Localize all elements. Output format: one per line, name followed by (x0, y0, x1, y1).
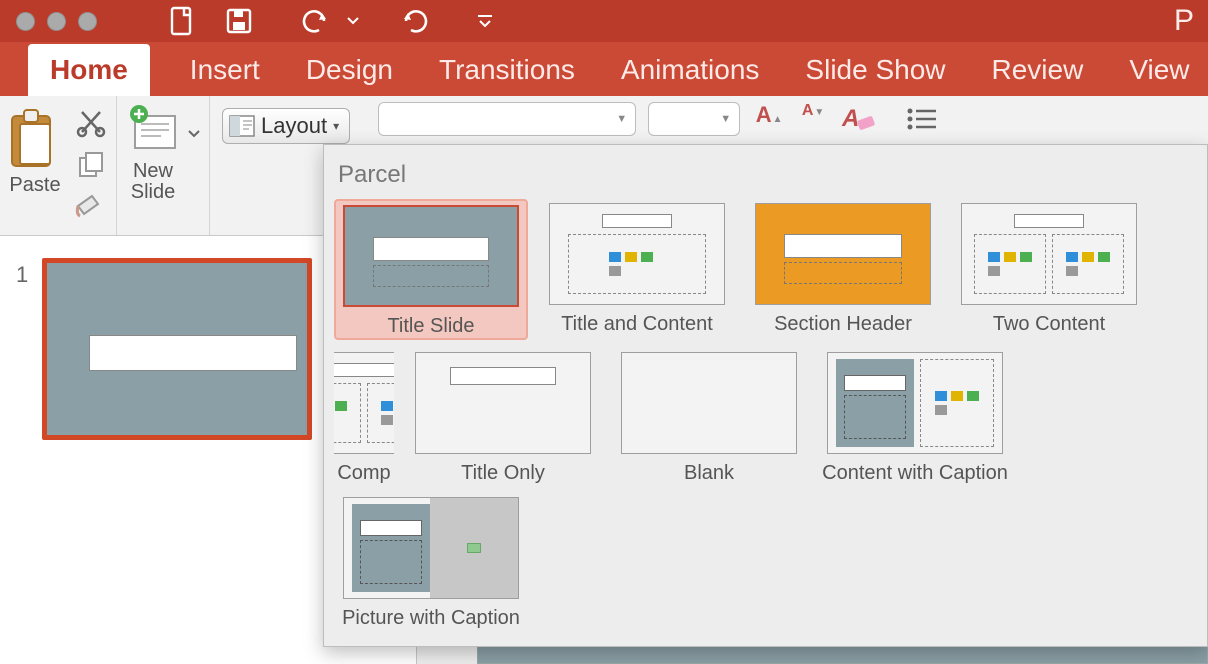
picture-placeholder-icon (467, 543, 481, 553)
slide-number: 1 (16, 258, 28, 288)
cut-icon[interactable] (76, 108, 106, 138)
chevron-down-icon: ▼ (616, 113, 627, 125)
layout-option-title-slide[interactable]: Title Slide (334, 199, 528, 340)
new-slide-button[interactable]: New Slide (125, 102, 181, 204)
layout-label: Picture with Caption (342, 607, 520, 630)
save-icon[interactable] (225, 7, 253, 35)
layout-option-section-header[interactable]: Section Header (746, 199, 940, 340)
layout-button[interactable]: Layout ▾ (222, 108, 350, 144)
layout-preview-icon (549, 203, 725, 305)
copy-icon[interactable] (76, 150, 106, 180)
layout-preview-icon (621, 352, 797, 454)
layout-preview-icon (343, 497, 519, 599)
quick-access-toolbar (169, 6, 493, 36)
chevron-down-icon: ▼ (720, 113, 731, 125)
window-minimize-icon[interactable] (47, 12, 66, 31)
layout-option-picture-with-caption[interactable]: Picture with Caption (334, 493, 528, 630)
tab-view[interactable]: View (1123, 44, 1195, 96)
layout-icon (229, 115, 255, 137)
window-controls (16, 12, 97, 31)
tab-design[interactable]: Design (300, 44, 399, 96)
layout-preview-icon (755, 203, 931, 305)
slide-thumbnail[interactable] (47, 263, 307, 435)
tab-slide-show[interactable]: Slide Show (799, 44, 951, 96)
layout-label: Section Header (774, 313, 912, 336)
new-slide-label-top: New (133, 160, 173, 183)
layout-label: Comp (337, 462, 390, 485)
tab-review[interactable]: Review (986, 44, 1090, 96)
new-slide-label-bottom: Slide (131, 181, 175, 204)
layout-label: Title Only (461, 462, 545, 485)
app-title-initial: P (511, 4, 1198, 38)
new-slide-icon (125, 102, 181, 158)
bullets-button[interactable] (902, 102, 942, 139)
chevron-down-icon: ▾ (333, 119, 339, 133)
slide-selection-outline (42, 258, 312, 440)
tab-insert[interactable]: Insert (184, 44, 266, 96)
increase-font-button[interactable]: A▲ (750, 102, 788, 136)
undo-dropdown-icon[interactable] (347, 17, 359, 25)
decrease-font-button[interactable]: A▼ (794, 102, 832, 136)
layout-label: Title and Content (561, 313, 713, 336)
font-family-combo[interactable]: ▼ (378, 102, 636, 136)
tab-transitions[interactable]: Transitions (433, 44, 581, 96)
new-slide-dropdown-icon[interactable] (187, 102, 201, 142)
layout-preview-icon (343, 205, 519, 307)
format-painter-icon[interactable] (74, 192, 108, 220)
slide-title-placeholder-icon (89, 335, 297, 371)
clipboard-icon (8, 106, 62, 170)
layout-option-title-and-content[interactable]: Title and Content (540, 199, 734, 340)
layout-preview-icon (827, 352, 1003, 454)
window-close-icon[interactable] (16, 12, 35, 31)
clear-formatting-button[interactable]: A (838, 102, 878, 139)
layout-label: Title Slide (387, 315, 474, 338)
layout-preview-icon (415, 352, 591, 454)
layout-label: Layout (261, 113, 327, 139)
layout-option-blank[interactable]: Blank (612, 348, 806, 485)
layout-preview-icon (961, 203, 1137, 305)
layout-label: Content with Caption (822, 462, 1008, 485)
layout-option-content-with-caption[interactable]: Content with Caption (818, 348, 1012, 485)
ribbon-tabs: Home Insert Design Transitions Animation… (0, 42, 1208, 96)
layout-preview-icon (334, 352, 394, 454)
font-size-combo[interactable]: ▼ (648, 102, 740, 136)
file-icon[interactable] (169, 6, 197, 36)
paste-label: Paste (9, 174, 60, 197)
undo-icon[interactable] (299, 8, 333, 34)
window-zoom-icon[interactable] (78, 12, 97, 31)
tab-animations[interactable]: Animations (615, 44, 766, 96)
layout-label: Two Content (993, 313, 1105, 336)
layout-gallery-grid: Title Slide Title and Content Section He… (324, 199, 1207, 630)
qat-customize-icon[interactable] (477, 13, 493, 29)
tab-home[interactable]: Home (28, 44, 150, 96)
layout-option-comparison[interactable]: Comp (334, 348, 394, 485)
svg-text:A: A (841, 105, 859, 132)
title-bar: P (0, 0, 1208, 42)
paste-button[interactable]: Paste (8, 102, 62, 197)
redo-icon[interactable] (401, 8, 431, 34)
layout-label: Blank (684, 462, 734, 485)
layout-option-title-only[interactable]: Title Only (406, 348, 600, 485)
clipboard-side (70, 102, 108, 220)
layout-gallery-popup: Parcel Title Slide Title and Content (323, 144, 1208, 647)
layout-option-two-content[interactable]: Two Content (952, 199, 1146, 340)
layout-gallery-theme-name: Parcel (324, 157, 1207, 199)
